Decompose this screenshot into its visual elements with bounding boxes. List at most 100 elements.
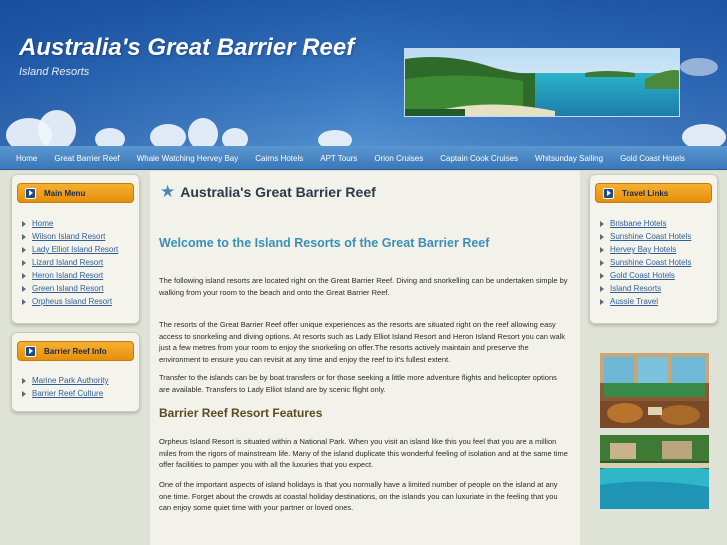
list-item: Green Island Resort bbox=[22, 282, 118, 295]
cloud-decoration bbox=[318, 130, 352, 146]
cloud-decoration bbox=[38, 110, 76, 146]
menu-link-orpheus-island[interactable]: Orpheus Island Resort bbox=[32, 297, 112, 306]
orpheus-paragraph: Orpheus Island Resort is situated within… bbox=[159, 437, 568, 469]
cloud-decoration bbox=[682, 124, 726, 146]
resort-pool-photo bbox=[600, 435, 709, 509]
menu-link-lady-elliot-island[interactable]: Lady Elliot Island Resort bbox=[32, 245, 118, 254]
site-header: Australia's Great Barrier Reef Island Re… bbox=[0, 0, 727, 146]
bullet-arrow-icon bbox=[22, 220, 26, 227]
travel-links-list: Brisbane Hotels Sunshine Coast Hotels He… bbox=[600, 217, 691, 308]
arrow-right-icon bbox=[25, 187, 36, 199]
link-gold-coast-hotels[interactable]: Gold Coast Hotels bbox=[610, 271, 675, 280]
main-menu-box: Main Menu Home Wilson Island Resort Lady… bbox=[11, 174, 140, 324]
intro-paragraph: The following island resorts are located… bbox=[159, 276, 568, 297]
bullet-arrow-icon bbox=[22, 259, 26, 266]
bullet-arrow-icon bbox=[600, 259, 604, 266]
list-item: Heron Island Resort bbox=[22, 269, 118, 282]
bullet-arrow-icon bbox=[22, 377, 26, 384]
main-menu-list: Home Wilson Island Resort Lady Elliot Is… bbox=[22, 217, 118, 308]
bullet-arrow-icon bbox=[22, 390, 26, 397]
link-hervey-bay-hotels[interactable]: Hervey Bay Hotels bbox=[610, 245, 676, 254]
nav-item-captain-cook-cruises[interactable]: Captain Cook Cruises bbox=[440, 154, 518, 163]
reef-info-list: Marine Park Authority Barrier Reef Cultu… bbox=[22, 374, 108, 400]
nav-item-gold-coast-hotels[interactable]: Gold Coast Hotels bbox=[620, 154, 685, 163]
cloud-decoration bbox=[188, 118, 218, 146]
bullet-arrow-icon bbox=[600, 298, 604, 305]
link-barrier-reef-culture[interactable]: Barrier Reef Culture bbox=[32, 389, 103, 398]
bullet-arrow-icon bbox=[22, 298, 26, 305]
site-title: Australia's Great Barrier Reef bbox=[19, 34, 355, 61]
bullet-arrow-icon bbox=[22, 272, 26, 279]
resort-pool-image bbox=[600, 435, 709, 509]
cloud-decoration bbox=[680, 58, 718, 76]
star-icon: ★ bbox=[160, 182, 176, 201]
resort-room-image bbox=[600, 353, 709, 428]
arrow-right-icon bbox=[25, 345, 36, 357]
travel-links-box: Travel Links Brisbane Hotels Sunshine Co… bbox=[589, 174, 718, 324]
link-aussie-travel[interactable]: Aussie Travel bbox=[610, 297, 658, 306]
menu-link-wilson-island[interactable]: Wilson Island Resort bbox=[32, 232, 105, 241]
cloud-decoration bbox=[150, 124, 186, 146]
list-item: Home bbox=[22, 217, 118, 230]
list-item: Wilson Island Resort bbox=[22, 230, 118, 243]
bullet-arrow-icon bbox=[600, 246, 604, 253]
travel-links-title: Travel Links bbox=[622, 188, 669, 198]
list-item: Sunshine Coast Hotels bbox=[600, 256, 691, 269]
menu-link-lizard-island[interactable]: Lizard Island Resort bbox=[32, 258, 103, 267]
main-menu-title: Main Menu bbox=[44, 188, 86, 198]
reef-info-title: Barrier Reef Info bbox=[44, 346, 107, 356]
page-heading: Australia's Great Barrier Reef bbox=[180, 183, 376, 200]
menu-link-home[interactable]: Home bbox=[32, 219, 53, 228]
main-content: ★ Australia's Great Barrier Reef Welcome… bbox=[150, 171, 580, 545]
bullet-arrow-icon bbox=[600, 233, 604, 240]
bullet-arrow-icon bbox=[22, 246, 26, 253]
site-subtitle: Island Resorts bbox=[19, 66, 90, 78]
nav-item-whale-watching[interactable]: Whale Watching Hervey Bay bbox=[137, 154, 239, 163]
link-sunshine-coast-hotels[interactable]: Sunshine Coast Hotels bbox=[610, 232, 691, 241]
list-item: Sunshine Coast Hotels bbox=[600, 230, 691, 243]
list-item: Aussie Travel bbox=[600, 295, 691, 308]
bullet-arrow-icon bbox=[22, 285, 26, 292]
link-sunshine-coast-hotels-2[interactable]: Sunshine Coast Hotels bbox=[610, 258, 691, 267]
bullet-arrow-icon bbox=[22, 233, 26, 240]
page-title: ★ Australia's Great Barrier Reef bbox=[160, 183, 376, 200]
bullet-arrow-icon bbox=[600, 285, 604, 292]
resort-room-photo bbox=[600, 353, 709, 428]
top-navigation: Home Great Barrier Reef Whale Watching H… bbox=[0, 146, 727, 170]
link-island-resorts[interactable]: Island Resorts bbox=[610, 284, 661, 293]
list-item: Barrier Reef Culture bbox=[22, 387, 108, 400]
list-item: Lizard Island Resort bbox=[22, 256, 118, 269]
list-item: Brisbane Hotels bbox=[600, 217, 691, 230]
list-item: Island Resorts bbox=[600, 282, 691, 295]
nav-item-cairns-hotels[interactable]: Cairns Hotels bbox=[255, 154, 303, 163]
nav-item-apt-tours[interactable]: APT Tours bbox=[320, 154, 357, 163]
transfer-paragraph: Transfer to the islands can be by boat t… bbox=[159, 373, 557, 394]
welcome-heading: Welcome to the Island Resorts of the Gre… bbox=[159, 236, 490, 250]
nav-item-orion-cruises[interactable]: Orion Cruises bbox=[374, 154, 423, 163]
bullet-arrow-icon bbox=[600, 272, 604, 279]
nav-item-home[interactable]: Home bbox=[16, 154, 37, 163]
menu-link-heron-island[interactable]: Heron Island Resort bbox=[32, 271, 103, 280]
hero-island-image bbox=[404, 48, 680, 117]
cloud-decoration bbox=[95, 128, 125, 146]
bullet-arrow-icon bbox=[600, 220, 604, 227]
features-heading: Barrier Reef Resort Features bbox=[159, 406, 323, 420]
link-brisbane-hotels[interactable]: Brisbane Hotels bbox=[610, 219, 666, 228]
nav-item-great-barrier-reef[interactable]: Great Barrier Reef bbox=[54, 154, 119, 163]
resorts-paragraph: The resorts of the Great Barrier Reef of… bbox=[159, 320, 566, 364]
list-item: Hervey Bay Hotels bbox=[600, 243, 691, 256]
main-menu-header: Main Menu bbox=[17, 183, 134, 203]
nav-item-whitsunday-sailing[interactable]: Whitsunday Sailing bbox=[535, 154, 603, 163]
travel-links-header: Travel Links bbox=[595, 183, 712, 203]
reef-info-box: Barrier Reef Info Marine Park Authority … bbox=[11, 332, 140, 412]
arrow-right-icon bbox=[603, 187, 614, 199]
reef-info-header: Barrier Reef Info bbox=[17, 341, 134, 361]
holidays-paragraph: One of the important aspects of island h… bbox=[159, 480, 558, 512]
cloud-decoration bbox=[222, 128, 248, 146]
link-marine-park-authority[interactable]: Marine Park Authority bbox=[32, 376, 108, 385]
list-item: Marine Park Authority bbox=[22, 374, 108, 387]
menu-link-green-island[interactable]: Green Island Resort bbox=[32, 284, 104, 293]
list-item: Lady Elliot Island Resort bbox=[22, 243, 118, 256]
list-item: Gold Coast Hotels bbox=[600, 269, 691, 282]
list-item: Orpheus Island Resort bbox=[22, 295, 118, 308]
